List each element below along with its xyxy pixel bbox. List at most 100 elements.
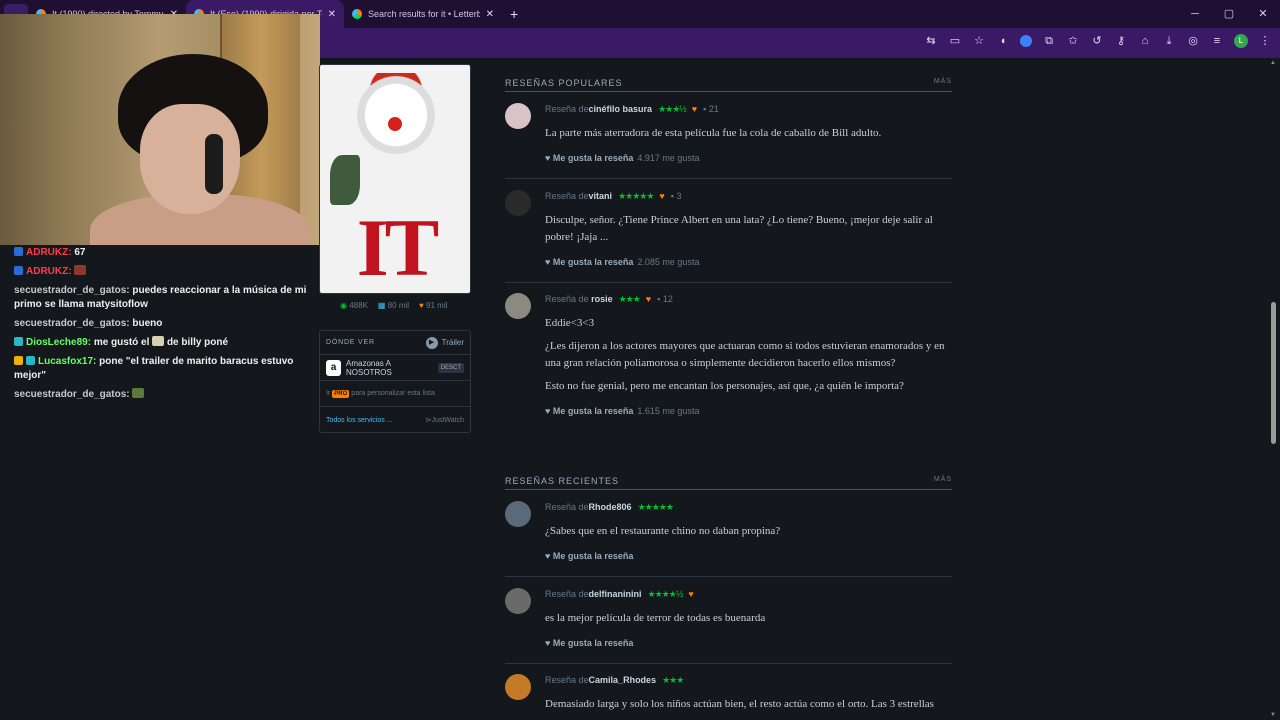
rating-stars: ★★★★★ xyxy=(637,502,674,512)
toolbar-icons: ⇆ ▭ ☆ ◖ ⧉ ✩ ↺ ⚷ ⌂ ⤓ ◎ ≡ L ⋮ xyxy=(924,34,1272,48)
review-meta: Reseña de rosie ★★★ ♥ ▪ 12 xyxy=(545,294,673,304)
like-review-button[interactable]: ♥ Me gusta la reseña 2.085 me gusta xyxy=(545,257,699,267)
heart-icon: ♥ xyxy=(545,257,551,267)
chat-text: me gustó el xyxy=(93,337,150,348)
comment-icon: ▪ xyxy=(657,294,661,304)
bookmark-star-icon[interactable]: ☆ xyxy=(972,34,986,48)
chat-username: ADRUKZ xyxy=(26,247,69,258)
film-poster[interactable]: IT xyxy=(319,64,471,294)
chat-username: DiosLeche89 xyxy=(26,337,88,348)
like-review-button[interactable]: ♥ Me gusta la reseña 4.917 me gusta xyxy=(545,153,699,163)
heart-icon: ♥ xyxy=(419,301,424,310)
review-body: Demasiado larga y solo los niños actúan … xyxy=(545,698,934,710)
cast-icon[interactable]: ▭ xyxy=(948,34,962,48)
popular-more-link[interactable]: MÁS xyxy=(934,78,952,91)
more-menu-icon[interactable]: ⋮ xyxy=(1258,34,1272,48)
chat-emote-icon xyxy=(152,336,165,346)
like-review-button[interactable]: ♥ Me gusta la reseña 1.615 me gusta xyxy=(545,406,699,416)
webcam-overlay xyxy=(0,14,320,245)
reviewer-name[interactable]: delfinaninini xyxy=(589,589,642,599)
like-review-button[interactable]: ♥ Me gusta la reseña xyxy=(545,551,633,561)
letterboxd-favicon-icon xyxy=(352,9,362,19)
page-scrollbar[interactable]: ▲ ▼ xyxy=(1268,58,1278,720)
likes-stat[interactable]: ♥ 91 mil xyxy=(419,301,447,310)
like-review-button[interactable]: ♥ Me gusta la reseña xyxy=(545,638,633,648)
review-meta: Reseña devitani ★★★★★ ♥ ▪ 3 xyxy=(545,191,682,201)
comments-count[interactable]: ▪ 12 xyxy=(657,294,673,304)
chat-username: ADRUKZ xyxy=(26,266,69,277)
review-meta: Reseña decinéfilo basura ★★★½ ♥ ▪ 21 xyxy=(545,104,719,114)
reviewer-avatar[interactable] xyxy=(505,103,531,129)
all-services-link[interactable]: Todos los servicios ... xyxy=(326,417,393,424)
reviewer-avatar[interactable] xyxy=(505,501,531,527)
reviewer-avatar[interactable] xyxy=(505,293,531,319)
scrollbar-thumb[interactable] xyxy=(1271,302,1276,444)
maximize-icon[interactable]: ▢ xyxy=(1212,0,1246,28)
close-tab-icon[interactable]: ✕ xyxy=(486,9,494,20)
scroll-up-icon[interactable]: ▲ xyxy=(1270,60,1276,66)
reviewer-name[interactable]: Camila_Rhodes xyxy=(589,675,657,685)
liked-heart-icon: ♥ xyxy=(659,191,665,201)
chat-username: secuestrador_de_gatos xyxy=(14,318,127,329)
watched-stat[interactable]: ◉ 488K xyxy=(340,301,368,310)
extensions-icon[interactable]: ⧉ xyxy=(1042,34,1056,48)
translate-icon[interactable]: ⇆ xyxy=(924,34,938,48)
profile-avatar[interactable]: L xyxy=(1234,34,1248,48)
reviewer-name[interactable]: vitani xyxy=(589,191,613,201)
review-body: es la mejor película de terror de todas … xyxy=(545,612,766,624)
poster-claw-image xyxy=(330,155,360,205)
where-to-watch-panel: DÓNDE VER ▶ Tráiler a Amazonas A NOSOTROS… xyxy=(319,330,471,433)
review-card: Reseña dedelfinaninini ★★★★½ ♥ es la mejor… xyxy=(505,588,952,664)
play-icon: ▶ xyxy=(425,336,438,349)
services-footer: Todos los servicios ... ⊳JustWatch xyxy=(320,407,470,433)
reviewer-name[interactable]: cinéfilo basura xyxy=(589,104,653,114)
scroll-down-icon[interactable]: ▼ xyxy=(1270,712,1276,718)
chat-username: Lucasfox17 xyxy=(38,356,94,367)
audio-icon[interactable]: ◖ xyxy=(996,34,1010,48)
recent-reviews-heading: RESEÑAS RECIENTES xyxy=(505,476,620,486)
recent-more-link[interactable]: MÁS xyxy=(934,476,952,489)
popular-reviews-header: RESEÑAS POPULARES MÁS xyxy=(505,78,952,92)
download-icon[interactable]: ⤓ xyxy=(1162,34,1176,48)
extension-blue-icon[interactable] xyxy=(1020,35,1032,47)
minimize-icon[interactable]: ─ xyxy=(1178,0,1212,28)
chat-message: DiosLeche89: me gustó el de billy poné xyxy=(14,336,314,350)
popular-reviews-heading: RESEÑAS POPULARES xyxy=(505,78,623,88)
sword-badge-icon xyxy=(14,247,23,256)
streaming-service-row[interactable]: a Amazonas A NOSOTROS DESCT xyxy=(320,355,470,381)
justwatch-link[interactable]: ⊳JustWatch xyxy=(426,416,464,424)
trailer-button[interactable]: ▶ Tráiler xyxy=(425,336,464,349)
browser-tab-3[interactable]: Search results for it • Letterbox... ✕ xyxy=(344,0,502,28)
history-icon[interactable]: ↺ xyxy=(1090,34,1104,48)
comments-count[interactable]: ▪ 3 xyxy=(671,191,682,201)
pro-upsell-row[interactable]: Ir PRO para personalizar esta lista xyxy=(320,381,470,407)
performance-icon[interactable]: ◎ xyxy=(1186,34,1200,48)
reviewer-avatar[interactable] xyxy=(505,190,531,216)
poster-clown-nose xyxy=(388,117,402,131)
pro-badge: PRO xyxy=(332,389,350,398)
review-body: La parte más aterradora de esta película… xyxy=(545,127,882,139)
webcam-streamer-face xyxy=(140,104,240,214)
reviewer-name[interactable]: rosie xyxy=(591,294,613,304)
reviewer-avatar[interactable] xyxy=(505,588,531,614)
reviewer-avatar[interactable] xyxy=(505,674,531,700)
lists-stat[interactable]: ▦ 80 mil xyxy=(378,301,409,310)
comment-icon: ▪ xyxy=(703,104,707,114)
close-window-icon[interactable]: ✕ xyxy=(1246,0,1280,28)
passwords-icon[interactable]: ⚷ xyxy=(1114,34,1128,48)
collections-icon[interactable]: ⌂ xyxy=(1138,34,1152,48)
chat-message: secuestrador_de_gatos: puedes reaccionar… xyxy=(14,285,307,310)
reviewer-name[interactable]: Rhode806 xyxy=(589,502,632,512)
review-card: Reseña decinéfilo basura ★★★½ ♥ ▪ 21 La par… xyxy=(505,103,952,179)
recent-reviews-header: RESEÑAS RECIENTES MÁS xyxy=(505,476,952,490)
subscriber-badge-icon xyxy=(14,337,23,346)
service-name: Amazonas A NOSOTROS xyxy=(346,358,392,377)
chat-text: bueno xyxy=(132,318,163,329)
new-tab-button[interactable]: + xyxy=(510,6,518,22)
close-tab-icon[interactable]: ✕ xyxy=(328,9,336,20)
chat-text: de billy poné xyxy=(166,337,229,348)
sidebar-icon[interactable]: ≡ xyxy=(1210,34,1224,48)
film-stats: ◉ 488K ▦ 80 mil ♥ 91 mil xyxy=(340,301,447,310)
favorites-icon[interactable]: ✩ xyxy=(1066,34,1080,48)
comments-count[interactable]: ▪ 21 xyxy=(703,104,719,114)
